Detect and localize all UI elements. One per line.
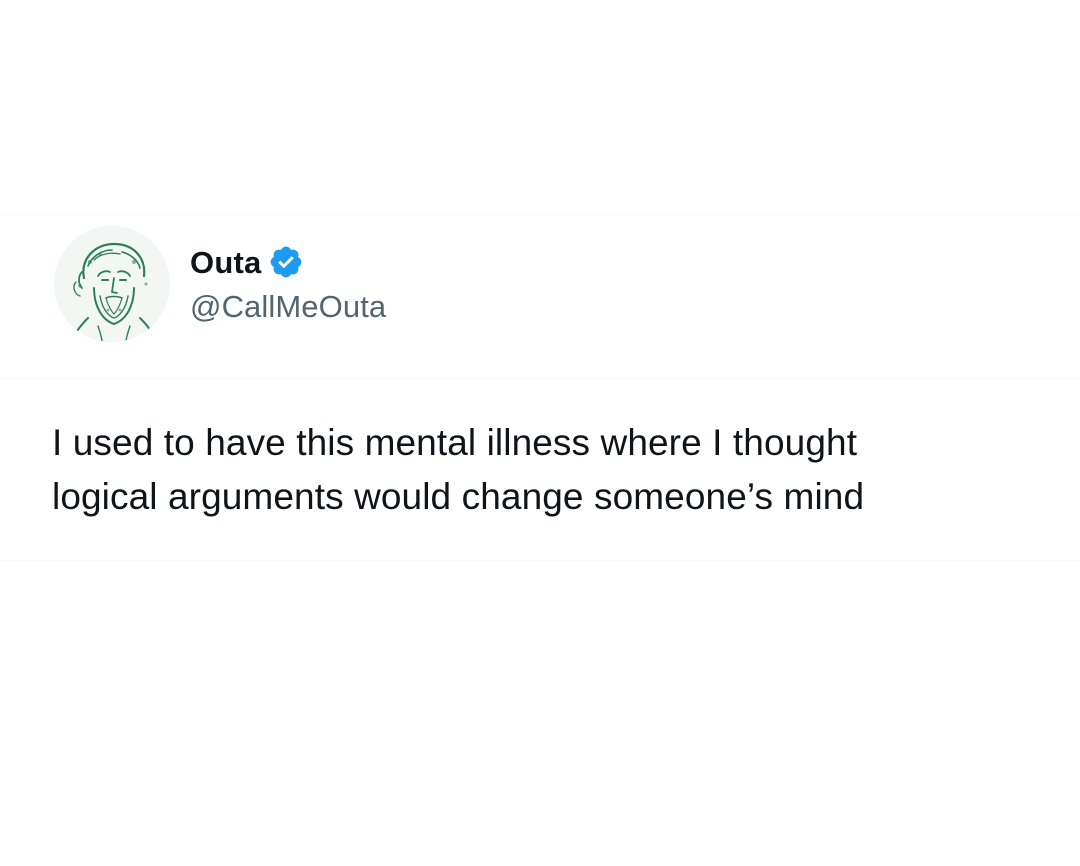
tweet-text: I used to have this mental illness where…: [52, 422, 865, 517]
display-name[interactable]: Outa: [190, 247, 261, 278]
author-handle[interactable]: @CallMeOuta: [190, 288, 386, 325]
verified-badge-icon: [268, 244, 304, 280]
bearded-philosopher-avatar-icon: [54, 226, 170, 342]
divider: [0, 378, 1080, 379]
author-name-row[interactable]: Outa: [190, 240, 304, 284]
divider: [0, 214, 1080, 215]
avatar[interactable]: [54, 226, 170, 342]
divider: [0, 560, 1080, 561]
tweet-card: Outa @CallMeOuta I used to have this men…: [0, 0, 1080, 866]
